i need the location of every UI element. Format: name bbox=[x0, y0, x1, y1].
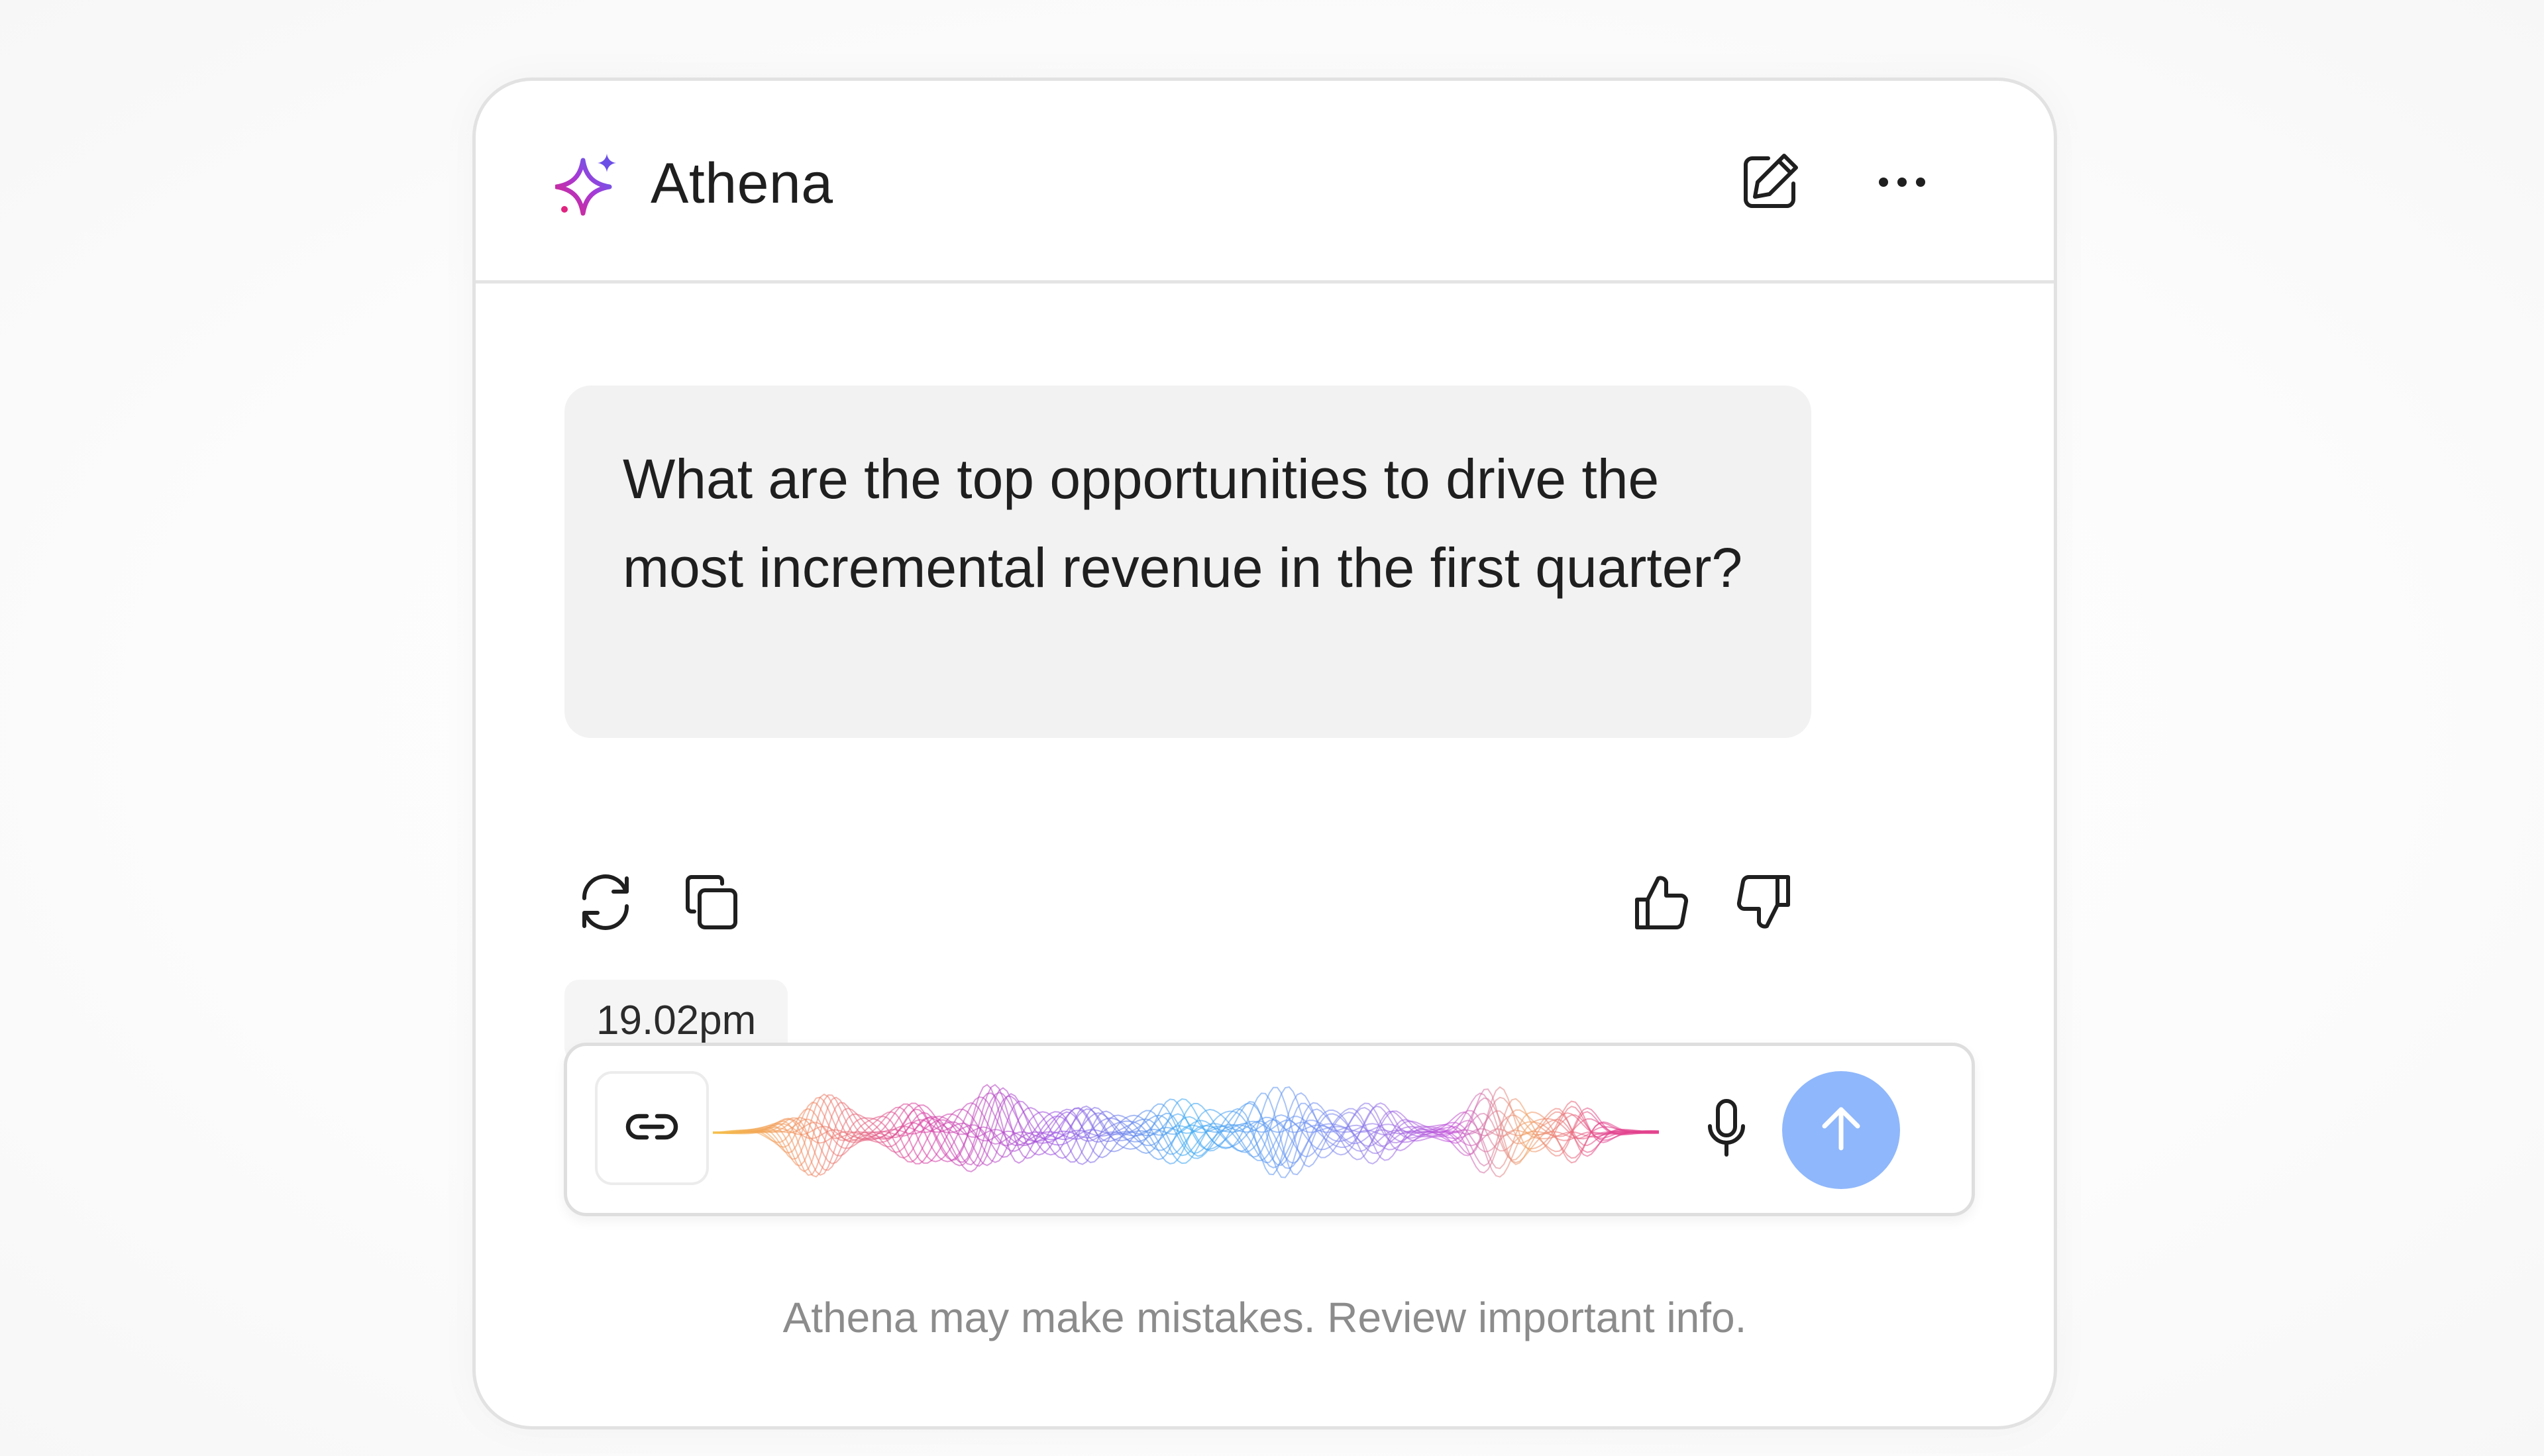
regenerate-button[interactable] bbox=[568, 866, 643, 941]
message-composer[interactable] bbox=[564, 1043, 1975, 1216]
attach-link-button[interactable] bbox=[595, 1071, 709, 1185]
voice-input-button[interactable] bbox=[1683, 1087, 1770, 1173]
send-button[interactable] bbox=[1782, 1071, 1900, 1189]
chat-panel: Athena What are the top opportunities to… bbox=[472, 78, 2057, 1430]
chat-header: Athena bbox=[476, 81, 2054, 284]
thumbs-up-icon bbox=[1629, 870, 1693, 937]
page-background: Athena What are the top opportunities to… bbox=[0, 0, 2544, 1456]
app-title: Athena bbox=[651, 152, 833, 215]
voice-waveform bbox=[713, 1084, 1660, 1178]
user-message-bubble: What are the top opportunities to drive … bbox=[564, 386, 1811, 738]
more-icon bbox=[1876, 174, 1929, 193]
edit-icon bbox=[1739, 152, 1800, 216]
sparkle-icon bbox=[554, 151, 621, 217]
thumbs-down-icon bbox=[1732, 870, 1796, 937]
arrow-up-icon bbox=[1813, 1100, 1870, 1161]
disclaimer-text: Athena may make mistakes. Review importa… bbox=[782, 1294, 1747, 1341]
regenerate-icon bbox=[574, 870, 637, 937]
thumbs-up-button[interactable] bbox=[1624, 866, 1698, 941]
copy-button[interactable] bbox=[674, 866, 749, 941]
microphone-icon bbox=[1697, 1096, 1756, 1165]
link-icon bbox=[620, 1095, 684, 1162]
more-options-button[interactable] bbox=[1866, 147, 1938, 220]
copy-icon bbox=[680, 870, 743, 937]
thumbs-down-button[interactable] bbox=[1727, 866, 1801, 941]
new-chat-button[interactable] bbox=[1733, 147, 1806, 220]
